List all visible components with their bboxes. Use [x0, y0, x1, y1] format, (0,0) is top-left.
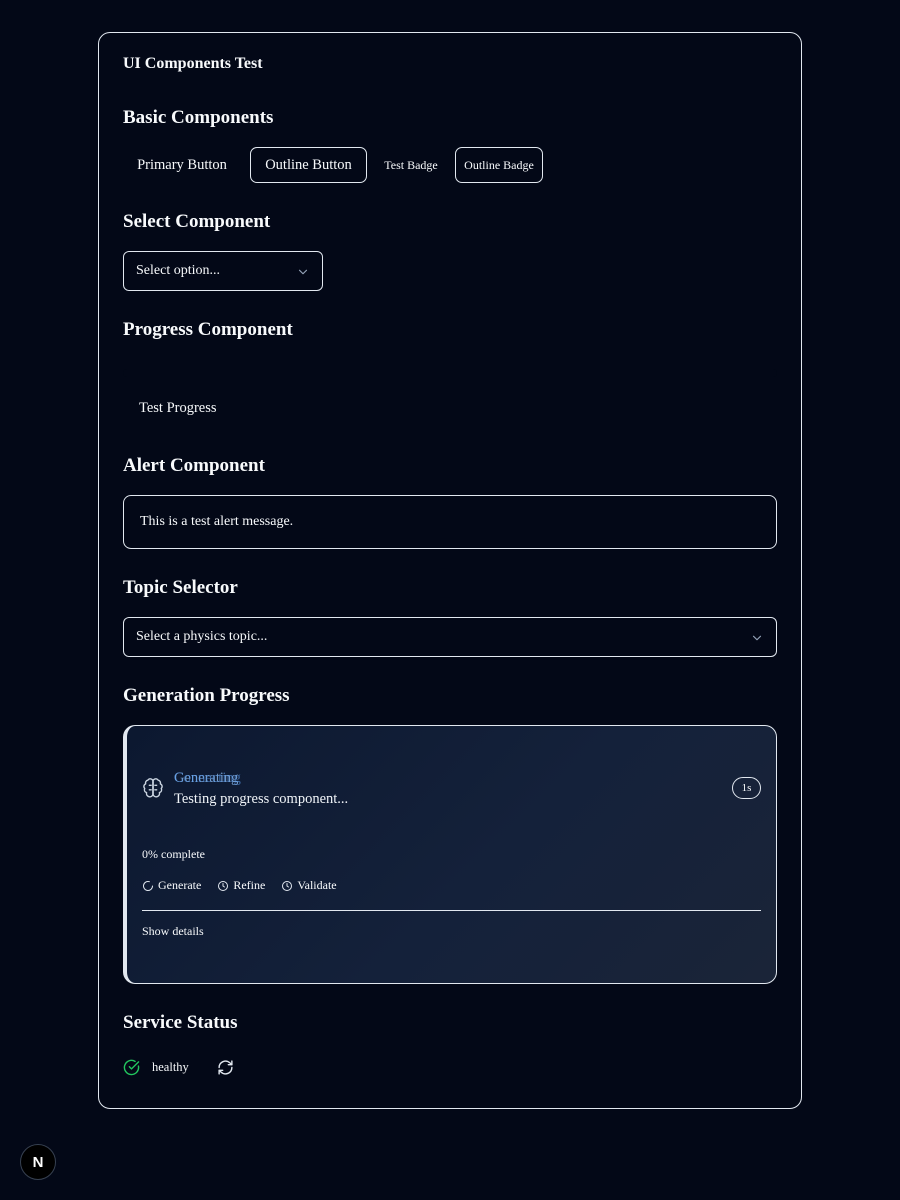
outline-button[interactable]: Outline Button [250, 147, 367, 183]
clock-icon [218, 880, 229, 891]
refresh-icon[interactable] [217, 1059, 234, 1076]
clock-icon [282, 880, 293, 891]
loader-icon [143, 880, 153, 891]
alert-message: This is a test alert message. [140, 514, 294, 529]
test-alert: This is a test alert message. [123, 495, 777, 549]
chevron-down-icon [752, 635, 762, 641]
topic-select-value: Select a physics topic... [136, 629, 268, 644]
service-status-heading: Service Status [123, 1012, 238, 1033]
generation-steps: Generate Refine Validate [142, 878, 337, 893]
step-label: Validate [297, 878, 337, 892]
progress-label: Test Progress [139, 400, 217, 416]
card-title: UI Components Test [123, 55, 263, 72]
percent-complete: 0% complete [142, 847, 205, 861]
step-generate: Generate [142, 878, 201, 893]
check-circle-icon [123, 1059, 140, 1076]
service-status-row: healthy [123, 1059, 234, 1076]
alert-component-heading: Alert Component [123, 455, 265, 476]
dev-indicator-button[interactable]: N [20, 1144, 56, 1180]
service-status-text: healthy [152, 1060, 189, 1074]
select-component-heading: Select Component [123, 211, 271, 232]
outline-badge: Outline Badge [455, 147, 543, 183]
show-details-toggle[interactable]: Show details [142, 924, 204, 939]
step-label: Generate [158, 878, 202, 892]
status-text-connecting: Connecting [174, 770, 241, 786]
basic-components-heading: Basic Components [123, 107, 274, 128]
generation-status: Generating Connecting [174, 770, 264, 788]
progress-component-heading: Progress Component [123, 319, 293, 340]
elapsed-time-badge: 1s [732, 777, 761, 799]
generation-progress-card: Generating Connecting Testing progress c… [123, 725, 777, 984]
topic-selector-heading: Topic Selector [123, 577, 238, 598]
progress-bar [123, 369, 777, 377]
test-badge: Test Badge [384, 157, 438, 172]
option-select[interactable]: Select option... [123, 251, 323, 291]
primary-button[interactable]: Primary Button [123, 147, 241, 183]
generation-message: Testing progress component... [174, 791, 349, 807]
option-select-value: Select option... [136, 263, 220, 278]
topic-select[interactable]: Select a physics topic... [123, 617, 777, 657]
generation-progress-heading: Generation Progress [123, 685, 290, 706]
brain-icon [143, 778, 163, 798]
divider [142, 910, 761, 911]
ui-components-card: UI Components Test Basic Components Prim… [98, 32, 802, 1109]
chevron-down-icon [298, 269, 308, 275]
step-label: Refine [233, 878, 266, 892]
step-validate: Validate [281, 878, 337, 893]
step-refine: Refine [217, 878, 265, 893]
